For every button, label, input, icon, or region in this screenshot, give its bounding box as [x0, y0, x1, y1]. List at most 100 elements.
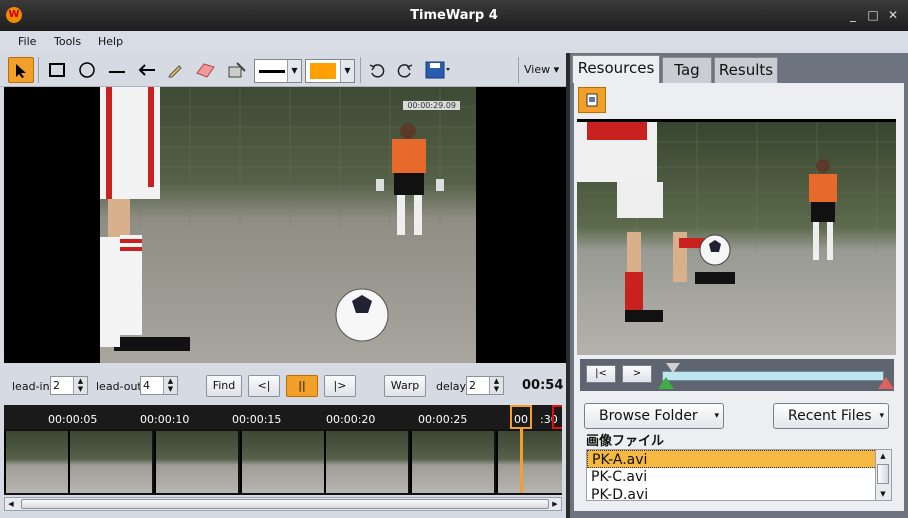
line-icon — [109, 71, 125, 73]
drawing-toolbar: ▼ ▼ View ▾ — [0, 53, 566, 87]
close-button[interactable]: ✕ — [886, 8, 900, 22]
list-item[interactable]: PK-D.avi — [587, 486, 877, 500]
delay-stepper[interactable]: 2 ▲ ▼ — [466, 376, 504, 395]
end-marker[interactable] — [552, 405, 562, 429]
find-button[interactable]: Find — [206, 375, 242, 397]
timeline-ruler[interactable]: 00:00:05 00:00:10 00:00:15 00:00:20 00:0… — [4, 405, 562, 429]
stepper-arrows-icon[interactable]: ▲ ▼ — [163, 377, 177, 394]
playhead[interactable] — [520, 429, 523, 493]
chevron-down-icon: ▼ — [340, 60, 354, 82]
menu-file[interactable]: File — [18, 35, 36, 48]
fill-color-select[interactable]: ▼ — [305, 59, 355, 83]
previous-button[interactable]: <| — [248, 375, 280, 397]
clear-tool-button[interactable] — [224, 57, 250, 83]
lead-in-value: 2 — [53, 379, 60, 392]
preview-position-handle[interactable] — [666, 363, 680, 373]
file-list-scrollbar[interactable]: ▲ ▼ — [875, 450, 891, 500]
delay-value: 2 — [469, 379, 476, 392]
pencil-tool-button[interactable] — [162, 57, 188, 83]
timeline-tick: 00:00:10 — [140, 413, 190, 426]
maximize-button[interactable]: □ — [866, 8, 880, 22]
chevron-down-icon: ▼ — [287, 60, 301, 82]
save-menu-button[interactable] — [422, 57, 454, 83]
timeline-tick: 00:00:15 — [232, 413, 282, 426]
tab-results[interactable]: Results — [714, 57, 778, 83]
preview-frame — [577, 122, 896, 355]
preview-trim-track[interactable] — [662, 371, 884, 381]
next-button[interactable]: |> — [324, 375, 356, 397]
view-menu-label: View — [524, 63, 551, 76]
video-frame: 00:00:29.09 — [100, 87, 476, 363]
scroll-up-icon[interactable]: ▲ — [876, 450, 890, 462]
timeline-scrollbar[interactable]: ◀ ▶ — [4, 497, 562, 511]
tab-resources[interactable]: Resources — [572, 55, 660, 83]
stepper-arrows-icon[interactable]: ▲ ▼ — [73, 377, 87, 394]
elapsed-time: 00:54 — [522, 378, 564, 393]
tab-tag[interactable]: Tag — [662, 57, 712, 83]
frame-thumbnails — [4, 431, 562, 493]
resources-panel: |< > Browse Folder ▾ Recent Files ▾ 画像ファ… — [574, 83, 904, 511]
editor-pane: ▼ ▼ View ▾ 00:00:29.09 lead-in 2 ▲ ▼ lea… — [0, 53, 566, 518]
frame-thumbnail[interactable] — [154, 431, 238, 493]
frame-thumbnail[interactable] — [240, 431, 324, 493]
browse-folder-button[interactable]: Browse Folder ▾ — [584, 403, 724, 429]
timeline[interactable]: 00:00:05 00:00:10 00:00:15 00:00:20 00:0… — [4, 405, 562, 495]
preview-controls: |< > — [580, 359, 894, 391]
scroll-down-icon[interactable]: ▼ — [876, 488, 890, 500]
ellipse-tool-button[interactable] — [74, 57, 100, 83]
stroke-style-select[interactable]: ▼ — [254, 59, 302, 83]
view-menu[interactable]: View ▾ — [524, 63, 559, 76]
lead-out-stepper[interactable]: 4 ▲ ▼ — [140, 376, 178, 395]
pause-button[interactable]: || — [286, 375, 318, 397]
scroll-right-icon[interactable]: ▶ — [549, 498, 561, 510]
document-icon[interactable] — [578, 87, 606, 113]
list-item[interactable]: PK-A.avi — [587, 450, 877, 468]
chevron-down-icon: ▾ — [553, 63, 560, 76]
frame-thumbnail[interactable] — [496, 431, 562, 493]
lead-in-label: lead-in — [12, 380, 50, 393]
stepper-arrows-icon[interactable]: ▲ ▼ — [489, 377, 503, 394]
preview-video[interactable] — [577, 119, 896, 355]
file-list[interactable]: PK-A.avi PK-C.avi PK-D.avi ▲ ▼ — [586, 449, 892, 501]
toolbar-separator — [518, 57, 519, 83]
frame-thumbnail[interactable] — [68, 431, 152, 493]
scrollbar-thumb[interactable] — [21, 499, 549, 509]
window-title: TimeWarp 4 — [410, 8, 498, 23]
trim-end-handle[interactable] — [878, 377, 894, 389]
save-icon — [425, 61, 450, 79]
file-icon — [586, 93, 598, 107]
menu-tools[interactable]: Tools — [54, 35, 81, 48]
menu-bar: File Tools Help — [0, 31, 908, 53]
undo-button[interactable] — [364, 57, 390, 83]
line-tool-button[interactable] — [104, 57, 130, 83]
frame-thumbnail[interactable] — [410, 431, 494, 493]
menu-help[interactable]: Help — [98, 35, 123, 48]
lead-in-stepper[interactable]: 2 ▲ ▼ — [50, 376, 88, 395]
timeline-tick: 00:00:25 — [418, 413, 468, 426]
eraser-tool-button[interactable] — [192, 57, 218, 83]
redo-button[interactable] — [392, 57, 418, 83]
playhead-marker[interactable] — [510, 405, 532, 429]
recent-files-label: Recent Files — [788, 408, 872, 424]
rectangle-tool-button[interactable] — [44, 57, 70, 83]
title-bar: W TimeWarp 4 _ □ ✕ — [0, 0, 908, 31]
lead-out-value: 4 — [143, 379, 150, 392]
stroke-swatch — [259, 70, 285, 73]
trim-start-handle[interactable] — [658, 377, 674, 389]
list-item[interactable]: PK-C.avi — [587, 468, 877, 486]
toolbar-separator — [360, 57, 361, 83]
arrow-tool-button[interactable] — [134, 57, 160, 83]
minimize-button[interactable]: _ — [846, 8, 860, 22]
preview-play-button[interactable]: > — [622, 365, 652, 383]
delay-label: delay — [436, 380, 467, 393]
scroll-left-icon[interactable]: ◀ — [5, 498, 17, 510]
frame-thumbnail[interactable] — [324, 431, 408, 493]
recent-files-button[interactable]: Recent Files ▾ — [773, 403, 889, 429]
select-tool-button[interactable] — [8, 57, 34, 83]
fill-color-swatch — [310, 63, 336, 79]
scrollbar-thumb[interactable] — [877, 464, 889, 484]
main-video-view[interactable]: 00:00:29.09 — [4, 87, 566, 363]
warp-button[interactable]: Warp — [384, 375, 426, 397]
preview-rewind-button[interactable]: |< — [586, 365, 616, 383]
undo-icon — [369, 64, 385, 78]
